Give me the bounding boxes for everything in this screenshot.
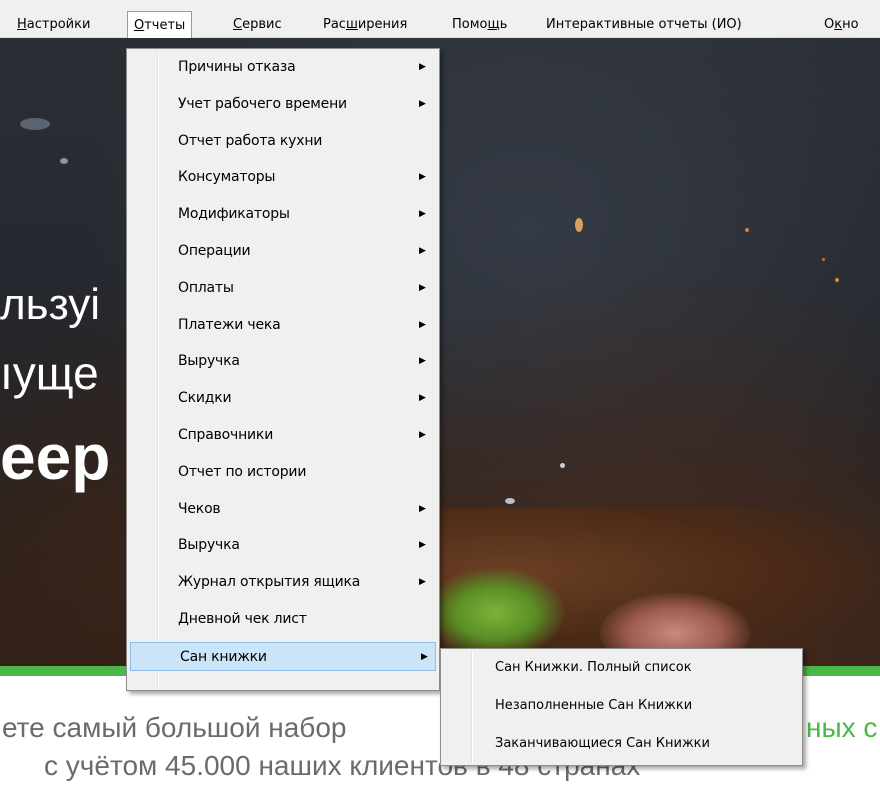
menu-help-label: ь: [499, 17, 508, 32]
menu-item-label: Причины отказа: [178, 59, 296, 75]
chevron-right-icon: ▶: [419, 320, 426, 330]
chevron-right-icon: ▶: [419, 209, 426, 219]
spice-speck: [745, 228, 749, 232]
reports-dropdown-menu: Причины отказа ▶ Учет рабочего времени ▶ Отч…: [126, 48, 440, 691]
menu-interactive-reports[interactable]: Интерактивные отчеты (ИО): [540, 14, 748, 36]
menu-help-accel: щ: [487, 17, 500, 32]
menu-item[interactable]: Дневной чек лист: [129, 605, 437, 634]
menu-help-pre: Помо: [452, 17, 488, 32]
lower-text-line-1-prefix: ете самый большой набор: [2, 712, 347, 743]
menu-item[interactable]: Платежи чека ▶: [129, 311, 437, 340]
salad-image: [425, 568, 565, 658]
menu-window[interactable]: Окно: [818, 14, 865, 36]
chevron-right-icon: ▶: [419, 62, 426, 72]
menu-item[interactable]: Журнал открытия ящика ▶: [129, 568, 437, 597]
submenu-item-label: Незаполненные Сан Книжки: [495, 698, 693, 713]
menu-item-label: Дневной чек лист: [178, 611, 307, 627]
flour-speck: [505, 498, 515, 504]
menu-item[interactable]: Выручка ▶: [129, 347, 437, 376]
menu-item-label: Оплаты: [178, 280, 234, 296]
menu-extensions-accel: ш: [345, 17, 358, 32]
menu-interactive-reports-label: Интерактивные отчеты (ИО): [546, 17, 742, 32]
menu-item[interactable]: Причины отказа ▶: [129, 53, 437, 82]
menu-item-label: Консуматоры: [178, 169, 276, 185]
menu-item[interactable]: Модификаторы ▶: [129, 200, 437, 229]
lower-text-line-1: ете самый большой набор: [2, 712, 346, 744]
san-books-submenu: Сан Книжки. Полный список Незаполненные …: [440, 648, 803, 766]
menu-reports[interactable]: Отчеты: [127, 11, 193, 38]
menu-service-label: ервис: [242, 17, 282, 32]
submenu-item-unfilled[interactable]: Незаполненные Сан Книжки: [443, 689, 801, 723]
menu-window-pre: О: [824, 17, 835, 32]
hero-line-1: льзуі: [0, 280, 101, 329]
chevron-right-icon: ▶: [419, 246, 426, 256]
menu-item-label: Выручка: [178, 537, 240, 553]
chevron-right-icon: ▶: [419, 283, 426, 293]
menu-item[interactable]: Чеков ▶: [129, 495, 437, 524]
submenu-item-full-list[interactable]: Сан Книжки. Полный список: [443, 651, 801, 685]
menu-item-label: Чеков: [178, 501, 221, 517]
menu-extensions-label: ирения: [357, 17, 408, 32]
submenu-item-label: Сан Книжки. Полный список: [495, 660, 692, 675]
chevron-right-icon: ▶: [419, 540, 426, 550]
menu-item-label: Справочники: [178, 427, 274, 443]
submenu-item-expiring[interactable]: Заканчивающиеся Сан Книжки: [443, 727, 801, 761]
menu-settings-label: астройки: [26, 17, 91, 32]
menu-item-label: Модификаторы: [178, 206, 290, 222]
hero-line-3: еер: [0, 421, 111, 493]
menu-window-label: но: [842, 17, 859, 32]
lower-text-line-1-green: ных с: [806, 712, 878, 743]
hero-line-2: ıуще: [0, 347, 99, 399]
menu-item[interactable]: Отчет по истории: [129, 458, 437, 487]
menu-item-label: Скидки: [178, 390, 232, 406]
menu-item[interactable]: Выручка ▶: [129, 531, 437, 560]
menu-item-label: Сан книжки: [180, 649, 267, 665]
menu-item-label: Выручка: [178, 353, 240, 369]
menu-window-accel: к: [834, 17, 843, 32]
menu-extensions[interactable]: Расширения: [317, 14, 413, 36]
menu-item-label: Отчет работа кухни: [178, 133, 323, 149]
menu-item[interactable]: Оплаты ▶: [129, 274, 437, 303]
menu-item[interactable]: Отчет работа кухни: [129, 127, 437, 156]
chevron-right-icon: ▶: [419, 172, 426, 182]
spice-speck: [575, 218, 583, 232]
submenu-item-label: Заканчивающиеся Сан Книжки: [495, 736, 710, 751]
chevron-right-icon: ▶: [419, 504, 426, 514]
menu-item[interactable]: Справочники ▶: [129, 421, 437, 450]
menu-item[interactable]: Сан книжки ▶: [130, 642, 436, 671]
menu-item-label: Отчет по истории: [178, 464, 307, 480]
menu-item[interactable]: Учет рабочего времени ▶: [129, 90, 437, 119]
chevron-right-icon: ▶: [419, 393, 426, 403]
flour-speck: [560, 463, 565, 468]
menu-item-label: Журнал открытия ящика: [178, 574, 361, 590]
menu-reports-accel: О: [134, 18, 145, 33]
flour-speck: [20, 118, 50, 130]
menu-settings[interactable]: Настройки: [11, 14, 96, 36]
menu-settings-accel: Н: [17, 17, 27, 32]
menu-item[interactable]: Консуматоры ▶: [129, 163, 437, 192]
chevron-right-icon: ▶: [419, 577, 426, 587]
chevron-right-icon: ▶: [419, 356, 426, 366]
flour-speck: [60, 158, 68, 164]
menu-extensions-pre: Рас: [323, 17, 346, 32]
chevron-right-icon: ▶: [419, 99, 426, 109]
menu-item-label: Учет рабочего времени: [178, 96, 347, 112]
menu-help[interactable]: Помощь: [446, 14, 513, 36]
menu-item-label: Платежи чека: [178, 317, 281, 333]
menu-item-label: Операции: [178, 243, 251, 259]
menu-bar: Настройки Отчеты Сервис Расширения Помощ…: [0, 0, 880, 38]
chevron-right-icon: ▶: [419, 430, 426, 440]
menu-item[interactable]: Операции ▶: [129, 237, 437, 266]
menu-reports-label: тчеты: [144, 18, 186, 33]
menu-service[interactable]: Сервис: [227, 14, 288, 36]
menu-item[interactable]: Скидки ▶: [129, 384, 437, 413]
menu-service-accel: С: [233, 17, 243, 32]
chevron-right-icon: ▶: [421, 652, 428, 662]
spice-speck: [835, 278, 839, 282]
spice-speck: [822, 258, 825, 261]
